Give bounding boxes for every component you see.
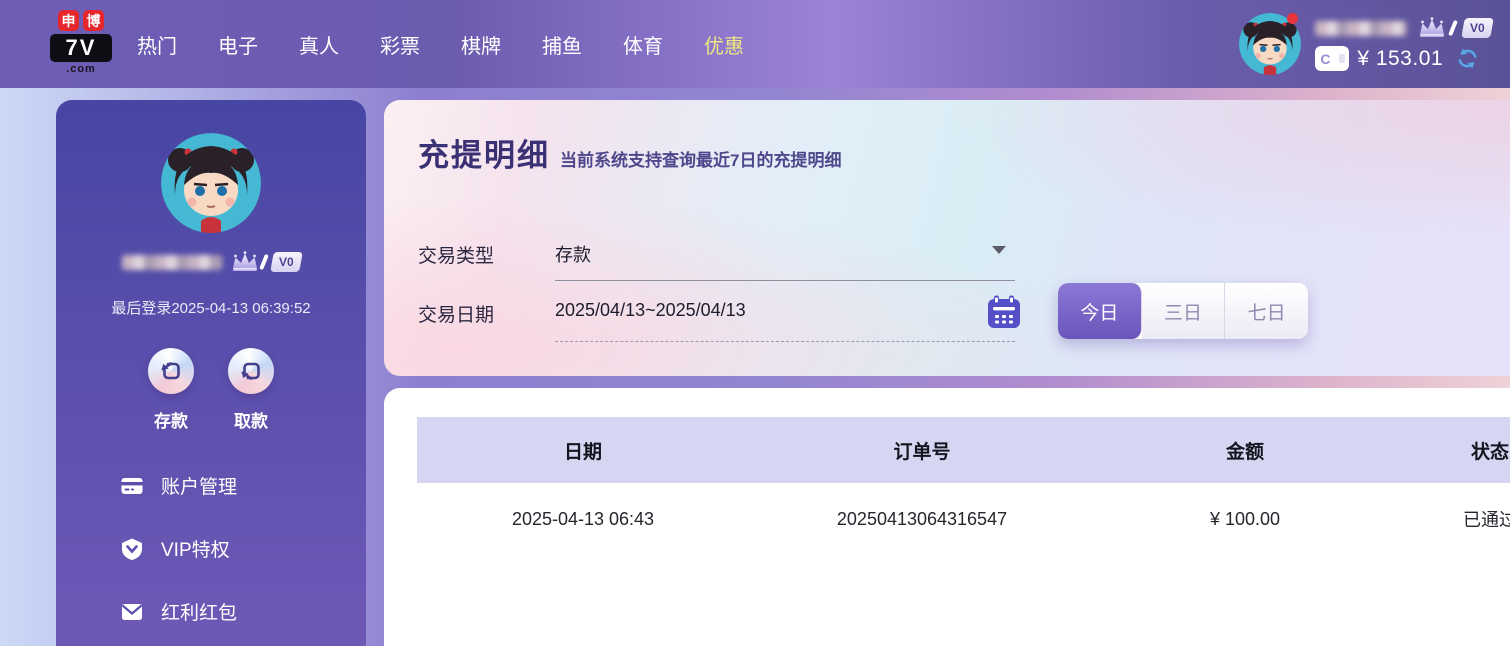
sidebar-item-vip[interactable]: VIP特权 [120,535,366,562]
main-menu: 热门 电子 真人 彩票 棋牌 捕鱼 体育 优惠 [137,0,744,88]
chevron-down-icon[interactable] [992,246,1006,254]
col-status: 状态 [1470,441,1509,463]
nav-item-hot[interactable]: 热门 [137,30,177,59]
brand-tld: .com [66,63,96,75]
col-order: 订单号 [893,441,951,463]
wallet-icon: C [1315,46,1350,71]
user-avatar[interactable] [1239,13,1301,75]
vip-crown-icon [1417,17,1447,39]
profile-vip-badge: V0 [269,252,303,272]
cell-date: 2025-04-13 06:43 [511,508,655,529]
date-range-value[interactable]: 2025/04/13~2025/04/13 [555,300,746,321]
page-backdrop: V0 最后登录2025-04-13 06:39:52 存款 取款 账户管理 VI… [0,88,1510,646]
type-select-value[interactable]: 存款 [555,241,591,267]
profile-avatar [161,133,261,233]
col-amount: 金额 [1225,441,1264,463]
sidebar-menu: 账户管理 VIP特权 红利红包 [56,472,366,625]
table-header: 日期 订单号 金额 状态 [417,417,1510,483]
top-nav: 申 博 7V .com 热门 电子 真人 彩票 棋牌 捕鱼 体育 优惠 V0 C [0,0,1510,88]
red-envelope-icon [121,603,143,620]
refresh-balance-icon[interactable] [1455,46,1480,71]
sidebar-item-bonus-label: 红利红包 [161,603,238,624]
nav-item-slots[interactable]: 电子 [218,30,258,59]
sidebar-item-account-label: 账户管理 [161,477,238,498]
date-underline [555,341,1015,342]
cell-status: 已通过 [1463,510,1510,530]
deposit-arrow-icon [159,359,183,383]
withdraw-button[interactable]: 取款 [228,348,274,432]
withdraw-arrow-icon [239,359,263,383]
username-blurred [1315,20,1408,36]
nav-item-cards[interactable]: 棋牌 [461,30,501,59]
withdraw-label: 取款 [234,412,268,431]
notification-dot-icon [1287,13,1299,24]
range-7day-button[interactable]: 七日 [1225,283,1308,339]
profile-username-blurred [121,254,222,270]
range-3day-button[interactable]: 三日 [1141,283,1226,339]
brand-seal-left: 申 [58,10,79,31]
nav-item-promo[interactable]: 优惠 [704,30,744,59]
bank-card-icon [121,477,143,494]
sidebar: V0 最后登录2025-04-13 06:39:52 存款 取款 账户管理 VI… [56,100,366,646]
brand-name: 7V [50,34,112,62]
sidebar-item-bonus[interactable]: 红利红包 [120,598,366,625]
date-range-tabs: 今日 三日 七日 [1058,283,1308,339]
last-login-text: 最后登录2025-04-13 06:39:52 [111,300,311,317]
table-row: 2025-04-13 06:43 20250413064316547 ¥ 100… [417,483,1510,555]
cell-amount: ¥ 100.00 [1209,508,1281,529]
sidebar-item-vip-label: VIP特权 [161,540,230,561]
user-area: V0 C ¥ 153.01 [1239,0,1494,88]
vip-level-badge: V0 [1461,18,1494,38]
nav-item-sports[interactable]: 体育 [623,30,663,59]
col-date: 日期 [563,441,602,463]
balance-amount: ¥ 153.01 [1357,46,1444,70]
type-underline [555,280,1015,281]
nav-item-lottery[interactable]: 彩票 [380,30,420,59]
page-subtitle: 当前系统支持查询最近7日的充提明细 [560,151,842,170]
range-today-button[interactable]: 今日 [1058,283,1142,339]
vip-slash-icon [1448,19,1459,37]
calendar-icon[interactable] [986,294,1022,330]
sidebar-item-account[interactable]: 账户管理 [120,472,366,499]
records-panel: 日期 订单号 金额 状态 2025-04-13 06:43 2025041306… [384,388,1510,646]
vip-shield-icon [122,538,142,560]
date-label: 交易日期 [418,305,495,326]
cell-order: 20250413064316547 [836,508,1008,529]
nav-item-fishing[interactable]: 捕鱼 [542,30,582,59]
deposit-button[interactable]: 存款 [148,348,194,432]
filter-panel: 充提明细 当前系统支持查询最近7日的充提明细 交易类型 存款 交易日期 2025… [384,100,1510,376]
profile-vip-slash-icon [258,253,269,271]
brand-seal-right: 博 [83,10,104,31]
deposit-label: 存款 [154,412,188,431]
profile-crown-icon [230,251,260,273]
nav-item-live[interactable]: 真人 [299,30,339,59]
type-label: 交易类型 [418,246,495,267]
brand-logo[interactable]: 申 博 7V .com [50,10,112,75]
page-title: 充提明细 [418,138,550,173]
